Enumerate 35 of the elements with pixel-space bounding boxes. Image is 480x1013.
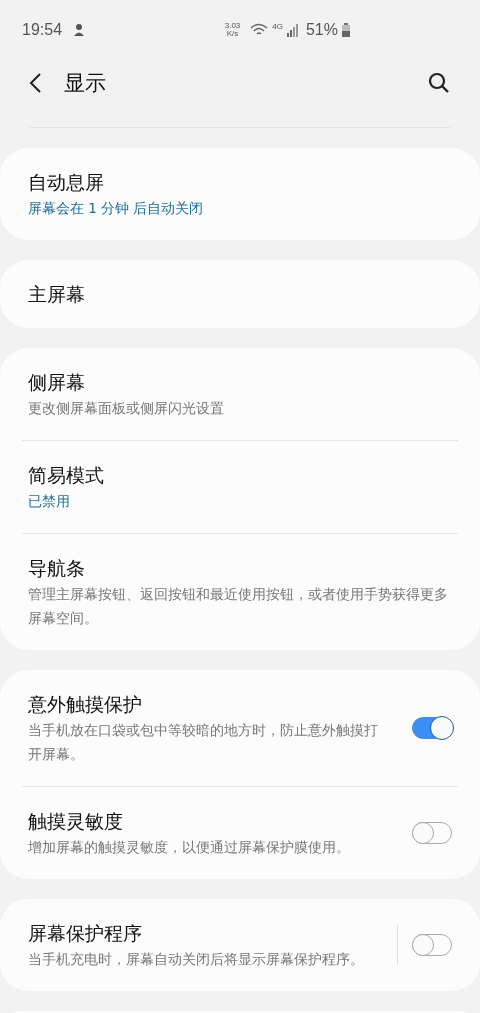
- settings-item[interactable]: 导航条 管理主屏幕按钮、返回按钮和最近使用按钮，或者使用手势获得更多屏幕空间。: [22, 533, 458, 650]
- wifi-icon: [250, 23, 269, 37]
- settings-item[interactable]: 意外触摸保护 当手机放在口袋或包中等较暗的地方时，防止意外触摸打开屏幕。: [0, 670, 480, 786]
- setting-description: 已禁用: [28, 492, 71, 511]
- setting-description: 屏幕会在 1 分钟 后自动关闭: [28, 199, 205, 218]
- notification-icon: [72, 23, 87, 37]
- settings-item[interactable]: 屏幕保护程序 当手机充电时，屏幕自动关闭后将显示屏幕保护程序。: [0, 899, 480, 991]
- setting-title: 自动息屏: [28, 170, 105, 195]
- search-icon[interactable]: [428, 71, 450, 94]
- setting-title: 侧屏幕: [28, 370, 86, 395]
- settings-item[interactable]: 触摸灵敏度 增加屏幕的触摸灵敏度，以便通过屏幕保护膜使用。: [22, 786, 458, 879]
- setting-title: 主屏幕: [28, 282, 86, 307]
- setting-description: 增加屏幕的触摸灵敏度，以便通过屏幕保护膜使用。: [28, 838, 351, 857]
- setting-title: 导航条: [28, 556, 86, 581]
- status-time: 19:54: [22, 21, 63, 39]
- setting-description: 更改侧屏幕面板或侧屏闪光设置: [28, 399, 225, 418]
- setting-title: 简易模式: [28, 463, 105, 488]
- battery-percent: 51%: [305, 21, 338, 39]
- signal-icon: [286, 23, 299, 37]
- settings-item[interactable]: 主屏幕: [0, 260, 480, 328]
- page-title: 显示: [64, 69, 106, 97]
- network-type: 4G: [272, 22, 283, 31]
- toggle-switch[interactable]: [412, 717, 452, 739]
- setting-description: 管理主屏幕按钮、返回按钮和最近使用按钮，或者使用手势获得更多屏幕空间。: [28, 585, 449, 628]
- setting-title: 触摸灵敏度: [28, 809, 124, 834]
- network-speed: 3.03 K/s: [224, 22, 241, 38]
- back-icon[interactable]: [28, 71, 42, 94]
- settings-item[interactable]: 侧屏幕 更改侧屏幕面板或侧屏闪光设置: [0, 348, 480, 440]
- setting-description: 当手机充电时，屏幕自动关闭后将显示屏幕保护程序。: [28, 950, 365, 969]
- setting-title: 屏幕保护程序: [28, 921, 143, 946]
- settings-item[interactable]: 简易模式 已禁用: [22, 440, 458, 533]
- battery-icon: [342, 23, 350, 37]
- setting-title: 意外触摸保护: [28, 692, 143, 717]
- settings-item[interactable]: 自动息屏 屏幕会在 1 分钟 后自动关闭: [0, 148, 480, 240]
- setting-description: 当手机放在口袋或包中等较暗的地方时，防止意外触摸打开屏幕。: [28, 721, 379, 764]
